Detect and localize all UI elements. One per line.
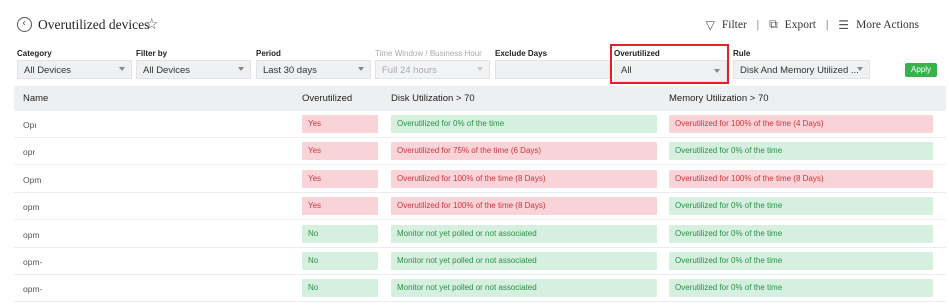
table-row[interactable]: opr Yes Overutilized for 75% of the time (… [14, 138, 946, 166]
column-header-overutilized[interactable]: Overutilized [302, 93, 352, 104]
memory-utilization-badge: Overutilized for 0% of the time [669, 252, 933, 270]
header-actions: ▽ Filter | ⧉ Export | ☰ More Actions [706, 17, 919, 32]
disk-utilization-badge: Overutilized for 100% of the time (8 Day… [391, 169, 657, 188]
table-row[interactable]: Opm Yes Overutilized for 100% of the time … [14, 166, 946, 193]
chevron-down-icon [857, 67, 863, 71]
page-title: Overutilized devices [38, 17, 150, 32]
memory-utilization-badge: Overutilized for 100% of the time (8 Day… [669, 169, 933, 188]
filter-label: Filter [721, 18, 747, 31]
memory-utilization-badge: Overutilized for 0% of the time [669, 197, 933, 216]
time-window-select: Full 24 hours [375, 60, 490, 79]
table-row[interactable]: opm No Monitor not yet polled or not assoc… [14, 221, 946, 248]
chevron-down-icon [477, 67, 483, 71]
rule-select[interactable]: Disk And Memory Utilized ... [733, 60, 870, 79]
filter-by-select[interactable]: All Devices [136, 60, 251, 79]
disk-utilization-badge: Overutilized for 75% of the time (6 Days… [391, 142, 657, 161]
disk-utilization-badge: Overutilized for 100% of the time (8 Day… [391, 197, 657, 216]
export-button[interactable]: ⧉ Export [769, 17, 816, 32]
disk-utilization-badge: Monitor not yet polled or not associated [391, 279, 657, 298]
chevron-down-icon [119, 67, 125, 71]
filter-by-label: Filter by [136, 49, 168, 58]
column-header-disk[interactable]: Disk Utilization > 70 [391, 93, 475, 104]
device-name[interactable]: opr [23, 147, 35, 157]
category-label: Category [17, 49, 52, 58]
overutilized-badge: Yes [302, 115, 378, 133]
overutilized-badge: No [302, 252, 378, 270]
table-header: Name Overutilized Disk Utilization > 70 … [14, 86, 946, 111]
memory-utilization-badge: Overutilized for 0% of the time [669, 224, 933, 243]
chevron-down-icon [358, 67, 364, 71]
rule-label: Rule [733, 49, 751, 58]
period-value: Last 30 days [263, 65, 317, 76]
category-select[interactable]: All Devices [17, 60, 132, 79]
more-actions-label: More Actions [856, 18, 919, 31]
period-label: Period [256, 49, 281, 58]
table-row[interactable]: opm- No Monitor not yet polled or not asso… [14, 275, 946, 303]
apply-button[interactable]: Apply [905, 63, 937, 77]
column-header-memory[interactable]: Memory Utilization > 70 [669, 93, 769, 104]
device-name[interactable]: Opı [23, 120, 37, 130]
separator: | [756, 18, 760, 31]
filter-icon: ▽ [705, 17, 715, 32]
chevron-left-icon: ‹ [22, 18, 26, 29]
export-icon: ⧉ [769, 17, 778, 31]
overutilized-badge: Yes [302, 169, 378, 188]
overutilized-badge: No [302, 279, 378, 298]
overutilized-badge: Yes [302, 197, 378, 216]
chevron-down-icon [238, 67, 244, 71]
page-header: ‹ Overutilized devices ☆ ▽ Filter | ⧉ Ex… [0, 0, 949, 46]
export-label: Export [784, 18, 816, 31]
device-name[interactable]: opm [23, 230, 40, 240]
table-row[interactable]: opm Yes Overutilized for 100% of the time … [14, 193, 946, 221]
table-row[interactable]: opm- No Monitor not yet polled or not asso… [14, 248, 946, 275]
filter-bar: Category All Devices Filter by All Devic… [0, 46, 949, 86]
highlight-box [610, 44, 729, 84]
disk-utilization-badge: Overutilized for 0% of the time [391, 115, 657, 133]
memory-utilization-badge: Overutilized for 0% of the time [669, 279, 933, 298]
time-window-label: Time Window / Business Hour [375, 49, 482, 58]
more-actions-button[interactable]: ☰ More Actions [838, 18, 919, 32]
device-name[interactable]: opm- [23, 284, 42, 294]
device-name[interactable]: opm- [23, 257, 42, 267]
separator: | [825, 18, 829, 31]
overutilized-badge: Yes [302, 142, 378, 161]
list-icon: ☰ [838, 17, 850, 32]
category-value: All Devices [24, 65, 71, 76]
filter-button[interactable]: ▽ Filter [706, 18, 747, 32]
filter-by-value: All Devices [143, 65, 190, 76]
exclude-days-input[interactable] [495, 60, 610, 79]
column-header-name[interactable]: Name [23, 93, 48, 104]
back-button[interactable]: ‹ [17, 17, 32, 32]
overutilized-badge: No [302, 224, 378, 243]
rule-value: Disk And Memory Utilized ... [740, 65, 859, 76]
memory-utilization-badge: Overutilized for 100% of the time (4 Day… [669, 115, 933, 133]
device-name[interactable]: Opm [23, 175, 41, 185]
exclude-days-label: Exclude Days [495, 49, 548, 58]
period-select[interactable]: Last 30 days [256, 60, 371, 79]
disk-utilization-badge: Monitor not yet polled or not associated [391, 252, 657, 270]
device-name[interactable]: opm [23, 202, 40, 212]
disk-utilization-badge: Monitor not yet polled or not associated [391, 224, 657, 243]
memory-utilization-badge: Overutilized for 0% of the time [669, 142, 933, 161]
time-window-value: Full 24 hours [382, 65, 437, 76]
table-row[interactable]: Opı Yes Overutilized for 0% of the time Ove… [14, 111, 946, 138]
favorite-star-icon[interactable]: ☆ [145, 15, 158, 33]
